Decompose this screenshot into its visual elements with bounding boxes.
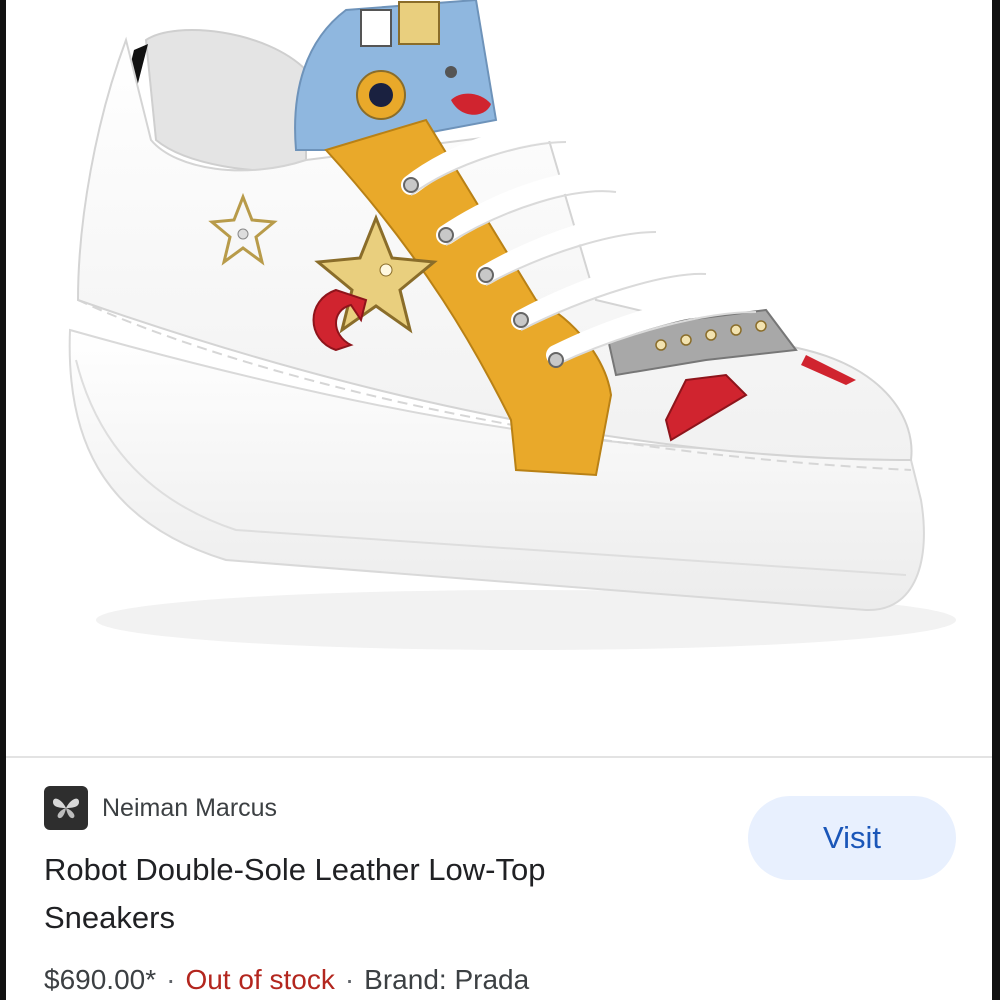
brand-label: Brand: Prada [364,964,530,995]
product-meta: $690.00* · Out of stock · Brand: Prada [44,964,529,996]
gold-star-stud [379,263,393,277]
collar-lining [144,29,307,173]
merchant-name: Neiman Marcus [102,793,278,822]
robot-stud [445,66,457,78]
product-title[interactable]: Robot Double-Sole Leather Low-Top Sneake… [44,846,684,942]
availability-status: Out of stock [185,964,335,995]
product-info-panel: Neiman Marcus Robot Double-Sole Leather … [6,758,992,1000]
price: $690.00* [44,964,157,995]
separator-dot: · [344,964,355,995]
sneaker-illustration [68,0,956,650]
silver-star-stud [237,228,249,240]
product-image[interactable] [6,0,992,756]
robot-gold-patch [398,1,440,45]
merchant-source[interactable]: Neiman Marcus [44,786,277,830]
butterfly-icon [44,786,88,830]
visit-button[interactable]: Visit [748,796,956,880]
robot-antenna-patch [360,9,392,47]
separator-dot: · [166,964,176,995]
right-border [992,0,1000,1000]
robot-eye [369,83,393,107]
